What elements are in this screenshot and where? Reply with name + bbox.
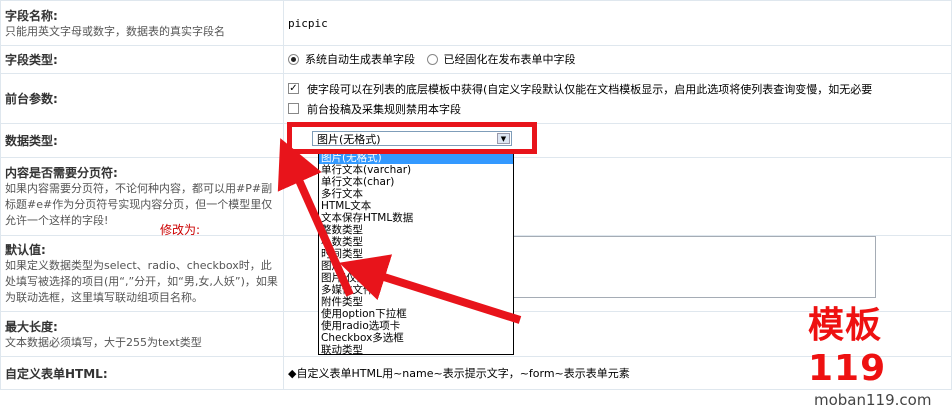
arrow-to-select [277, 138, 354, 297]
watermark-mark: 模板119 [808, 305, 887, 389]
watermark-logo: 模板119 moban119.com [808, 296, 952, 409]
arrow-to-image-option [339, 254, 522, 324]
watermark-url: moban119.com [814, 391, 932, 409]
